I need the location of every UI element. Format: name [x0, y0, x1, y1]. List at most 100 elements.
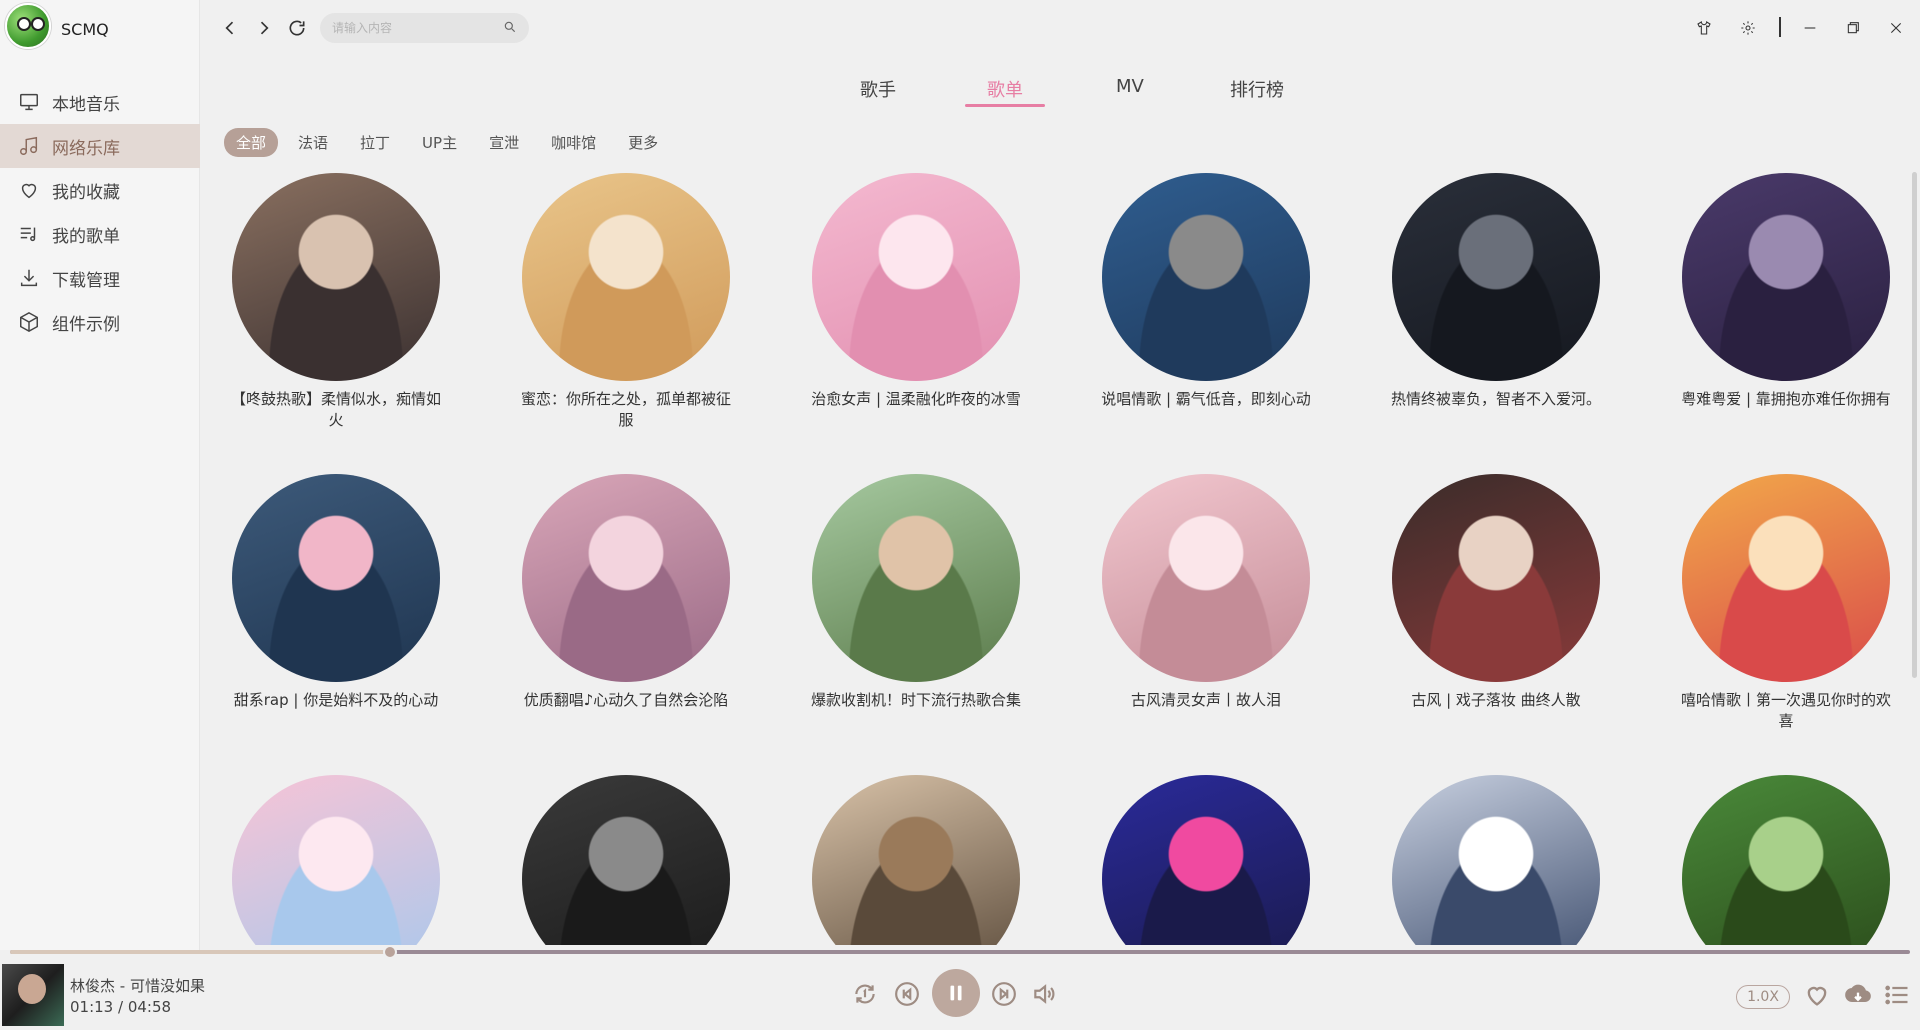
- sidebar-item-favorites[interactable]: 我的收藏: [0, 168, 200, 212]
- search-input[interactable]: [332, 21, 503, 35]
- main-tabs: 歌手 歌单 MV 排行榜: [200, 76, 1920, 112]
- like-button[interactable]: [1802, 980, 1832, 1010]
- playlist-queue-button[interactable]: [1882, 980, 1912, 1010]
- minimize-button[interactable]: [1796, 14, 1824, 42]
- playlist-cover[interactable]: [1392, 173, 1600, 381]
- playlist-cover[interactable]: [1682, 173, 1890, 381]
- playlist-cover[interactable]: [1682, 775, 1890, 945]
- playlist-card[interactable]: [221, 775, 451, 945]
- playlist-card[interactable]: [1381, 775, 1611, 945]
- close-button[interactable]: [1882, 14, 1910, 42]
- list-icon: [1885, 985, 1908, 1005]
- playlist-cover[interactable]: [1392, 775, 1600, 945]
- minimize-icon: [1804, 27, 1816, 29]
- playlist-card[interactable]: 嘻哈情歌丨第一次遇见你时的欢喜: [1671, 474, 1901, 732]
- playlist-card[interactable]: [801, 775, 1031, 945]
- playlist-cover[interactable]: [1102, 474, 1310, 682]
- speed-button[interactable]: 1.0X: [1736, 985, 1790, 1009]
- sidebar-item-downloads[interactable]: 下载管理: [0, 256, 200, 300]
- category-cafe[interactable]: 咖啡馆: [539, 128, 608, 157]
- playlist-card[interactable]: 优质翻唱♪心动久了自然会沦陷: [511, 474, 741, 711]
- category-latin[interactable]: 拉丁: [348, 128, 402, 157]
- playlist-card[interactable]: 古风 | 戏子落妆 曲终人散: [1381, 474, 1611, 711]
- previous-button[interactable]: [893, 980, 921, 1008]
- tab-mv[interactable]: MV: [1116, 76, 1144, 97]
- playlist-card[interactable]: [1091, 775, 1321, 945]
- category-vent[interactable]: 宣泄: [477, 128, 531, 157]
- next-button[interactable]: [990, 980, 1018, 1008]
- back-button[interactable]: [218, 16, 242, 40]
- playlist-title: 嘻哈情歌丨第一次遇见你时的欢喜: [1680, 691, 1891, 730]
- playlist-card[interactable]: [511, 775, 741, 945]
- playlist-card[interactable]: 爆款收割机！时下流行热歌合集: [801, 474, 1031, 711]
- heart-icon: [1807, 986, 1827, 1006]
- playlist-cover[interactable]: [1392, 474, 1600, 682]
- playlist-cover[interactable]: [232, 474, 440, 682]
- sidebar-item-label: 本地音乐: [52, 94, 120, 115]
- playlist-cover[interactable]: [812, 173, 1020, 381]
- sidebar-item-online-library[interactable]: 网络乐库: [0, 124, 200, 168]
- playlist-title: 【咚鼓热歌】柔情似水，痴情如火: [230, 390, 441, 429]
- playback-progress[interactable]: [10, 945, 1910, 959]
- forward-button[interactable]: [252, 16, 276, 40]
- category-up-host[interactable]: UP主: [410, 128, 469, 157]
- sidebar-item-my-playlists[interactable]: 我的歌单: [0, 212, 200, 256]
- playlist-cover[interactable]: [812, 775, 1020, 945]
- tab-singers[interactable]: 歌手: [860, 76, 896, 102]
- category-french[interactable]: 法语: [286, 128, 340, 157]
- progress-fill: [10, 950, 390, 954]
- playlist-cover[interactable]: [522, 173, 730, 381]
- album-art[interactable]: [2, 964, 64, 1026]
- playlist-cover[interactable]: [232, 775, 440, 945]
- loop-button[interactable]: [851, 980, 879, 1008]
- category-more[interactable]: 更多: [616, 128, 670, 157]
- playlist-card[interactable]: 古风清灵女声丨故人泪: [1091, 474, 1321, 711]
- maximize-button[interactable]: [1839, 14, 1867, 42]
- music-note-icon: [18, 135, 40, 157]
- chevron-right-icon: [260, 21, 269, 35]
- app-logo[interactable]: SCMQ: [5, 3, 109, 49]
- progress-knob[interactable]: [383, 945, 397, 959]
- song-info: 林俊杰 - 可惜没如果 01:13 / 04:58: [70, 976, 205, 1018]
- skin-button[interactable]: [1690, 14, 1718, 42]
- tab-playlists[interactable]: 歌单: [987, 76, 1023, 102]
- playlist-cover[interactable]: [1682, 474, 1890, 682]
- playlist-card[interactable]: 热情终被辜负，智者不入爱河。: [1381, 173, 1611, 410]
- gear-icon: [1741, 21, 1755, 35]
- playlist-cover[interactable]: [812, 474, 1020, 682]
- playlist-card[interactable]: [1671, 775, 1901, 945]
- playlist-card[interactable]: 粤难粤爱 | 靠拥抱亦难任你拥有: [1671, 173, 1901, 410]
- playlist-title: 粤难粤爱 | 靠拥抱亦难任你拥有: [1681, 390, 1891, 408]
- playlist-cover[interactable]: [232, 173, 440, 381]
- playlist-cover[interactable]: [1102, 775, 1310, 945]
- sidebar-item-label: 下载管理: [52, 270, 120, 291]
- volume-button[interactable]: [1030, 980, 1058, 1008]
- refresh-button[interactable]: [285, 16, 309, 40]
- sidebar-item-components[interactable]: 组件示例: [0, 300, 200, 344]
- app-name: SCMQ: [61, 19, 109, 39]
- playlist-cover[interactable]: [1102, 173, 1310, 381]
- sidebar-item-local-music[interactable]: 本地音乐: [0, 80, 200, 124]
- grid-scrollbar[interactable]: [1912, 172, 1917, 678]
- playlist-title: 蜜恋：你所在之处，孤单都被征服: [520, 390, 731, 429]
- playlist-title: 古风 | 戏子落妆 曲终人散: [1411, 691, 1581, 709]
- pause-button[interactable]: [932, 969, 980, 1017]
- playlist-title: 说唱情歌 | 霸气低音，即刻心动: [1101, 390, 1311, 408]
- song-time: 01:13 / 04:58: [70, 998, 172, 1016]
- category-all[interactable]: 全部: [224, 128, 279, 157]
- playlist-card[interactable]: 甜系rap | 你是始料不及的心动: [221, 474, 451, 711]
- download-button[interactable]: [1842, 980, 1874, 1010]
- playlist-card[interactable]: 【咚鼓热歌】柔情似水，痴情如火: [221, 173, 451, 431]
- tab-charts[interactable]: 排行榜: [1230, 76, 1284, 102]
- settings-button[interactable]: [1734, 14, 1762, 42]
- playlist-cover[interactable]: [522, 474, 730, 682]
- playlist-card[interactable]: 蜜恋：你所在之处，孤单都被征服: [511, 173, 741, 431]
- playlist-cover[interactable]: [522, 775, 730, 945]
- restore-icon: [1847, 22, 1859, 34]
- playlist-card[interactable]: 说唱情歌 | 霸气低音，即刻心动: [1091, 173, 1321, 410]
- toolbar-divider: [1779, 17, 1781, 37]
- playlist-card[interactable]: 治愈女声 | 温柔融化昨夜的冰雪: [801, 173, 1031, 410]
- search-icon[interactable]: [503, 19, 517, 38]
- playlist-grid: 【咚鼓热歌】柔情似水，痴情如火 蜜恋：你所在之处，孤单都被征服 治愈女声 | 温柔融…: [200, 170, 1910, 945]
- search-box[interactable]: [320, 13, 529, 43]
